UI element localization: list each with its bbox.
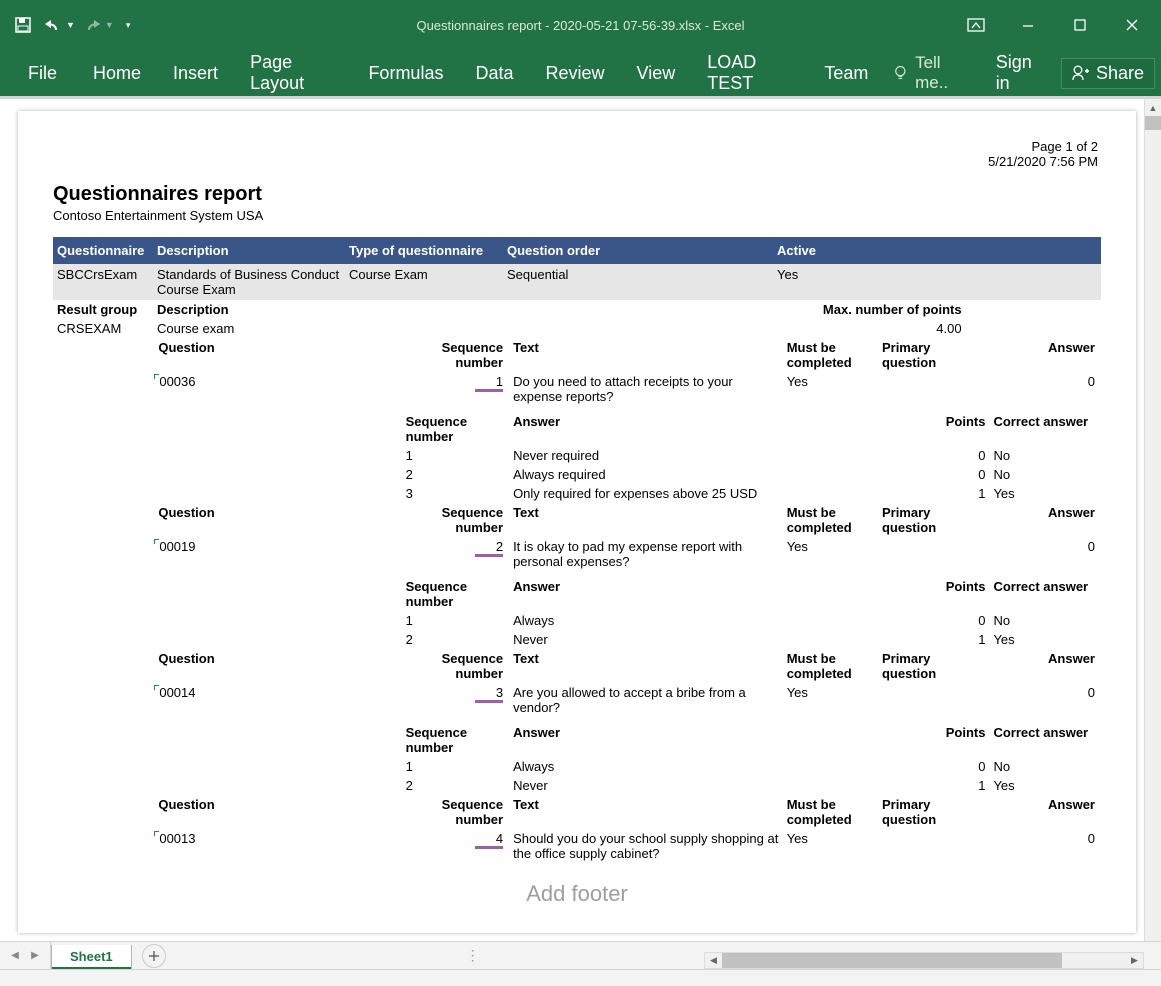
tab-team[interactable]: Team — [808, 50, 884, 96]
hscroll-thumb[interactable] — [722, 953, 1062, 968]
answer-row: 2 Never 1 Yes — [53, 630, 1101, 649]
qat-customize-icon[interactable]: ▾ — [126, 20, 131, 31]
main-data-row: SBCCrsExam Standards of Business Conduct… — [53, 264, 1101, 300]
undo-dropdown-icon[interactable]: ▼ — [66, 20, 75, 30]
share-button[interactable]: Share — [1061, 58, 1155, 89]
sheet-nav-arrows[interactable]: ◀ ▶ — [0, 942, 51, 969]
plus-icon — [148, 950, 160, 962]
answer-row: 1 Always 0 No — [53, 757, 1101, 776]
scroll-thumb[interactable] — [1145, 116, 1161, 130]
sign-in-link[interactable]: Sign in — [986, 52, 1057, 94]
scroll-right-icon[interactable]: ▶ — [1126, 953, 1143, 968]
titlebar: ▼ ▼ ▾ Questionnaires report - 2020-05-21… — [0, 0, 1161, 50]
report-subtitle: Contoso Entertainment System USA — [53, 208, 1101, 223]
answer-row: 2 Always required 0 No — [53, 465, 1101, 484]
question-row: 00019 2 It is okay to pad my expense rep… — [53, 537, 1101, 571]
main-header-row: Questionnaire Description Type of questi… — [53, 237, 1101, 264]
ribbon-tabs: File HomeInsertPage LayoutFormulasDataRe… — [0, 50, 1161, 96]
tab-view[interactable]: View — [621, 50, 692, 96]
answer-row: 2 Never 1 Yes — [53, 776, 1101, 795]
save-icon[interactable] — [10, 12, 36, 38]
undo-icon[interactable] — [40, 12, 66, 38]
redo-icon[interactable] — [79, 12, 105, 38]
sheet-tab-sheet1[interactable]: Sheet1 — [51, 945, 132, 969]
col-active: Active — [777, 243, 1097, 258]
pane-splitter-icon[interactable]: ⋮ — [466, 947, 482, 964]
status-bar — [0, 969, 1161, 986]
answer-row: 1 Never required 0 No — [53, 446, 1101, 465]
scroll-up-icon[interactable]: ▲ — [1145, 99, 1161, 116]
col-questionnaire: Questionnaire — [57, 243, 157, 258]
col-description: Description — [157, 243, 349, 258]
vertical-scrollbar[interactable]: ▲ ▼ — [1144, 99, 1161, 955]
redo-dropdown-icon[interactable]: ▼ — [105, 20, 114, 30]
add-footer-placeholder[interactable]: Add footer — [526, 881, 628, 907]
tab-load-test[interactable]: LOAD TEST — [691, 50, 808, 96]
answer-row: 3 Only required for expenses above 25 US… — [53, 484, 1101, 503]
ribbon-display-options-icon[interactable] — [953, 8, 999, 42]
window-title: Questionnaires report - 2020-05-21 07-56… — [416, 18, 744, 33]
share-icon — [1072, 64, 1090, 82]
scroll-left-icon[interactable]: ◀ — [705, 953, 722, 968]
tab-insert[interactable]: Insert — [157, 50, 234, 96]
maximize-button[interactable] — [1057, 8, 1103, 42]
tab-home[interactable]: Home — [77, 50, 157, 96]
questions-table: Question Sequence number Text Must be co… — [53, 338, 1101, 863]
tab-data[interactable]: Data — [459, 50, 529, 96]
add-sheet-button[interactable] — [142, 944, 166, 968]
tell-me-search[interactable]: Tell me.. — [884, 53, 981, 93]
window-buttons — [953, 8, 1161, 42]
result-group-table: Result group Description Max. number of … — [53, 300, 1101, 338]
tab-formulas[interactable]: Formulas — [352, 50, 459, 96]
page-number: Page 1 of 2 — [988, 139, 1098, 154]
question-row: 00014 3 Are you allowed to accept a brib… — [53, 683, 1101, 717]
close-button[interactable] — [1109, 8, 1155, 42]
sheet-next-icon[interactable]: ▶ — [26, 950, 44, 961]
lightbulb-icon — [892, 64, 909, 82]
sheet-prev-icon[interactable]: ◀ — [6, 950, 24, 961]
question-row: 00036 1 Do you need to attach receipts t… — [53, 372, 1101, 406]
page-timestamp: 5/21/2020 7:56 PM — [988, 154, 1098, 169]
tab-file[interactable]: File — [8, 50, 77, 96]
workspace: Page 1 of 2 5/21/2020 7:56 PM Questionna… — [0, 99, 1161, 955]
horizontal-scrollbar[interactable]: ◀ ▶ — [704, 952, 1144, 969]
question-row: 00013 4 Should you do your school supply… — [53, 829, 1101, 863]
minimize-button[interactable] — [1005, 8, 1051, 42]
quick-access-toolbar: ▼ ▼ ▾ — [0, 12, 130, 38]
page-preview[interactable]: Page 1 of 2 5/21/2020 7:56 PM Questionna… — [18, 111, 1136, 933]
page-header-meta: Page 1 of 2 5/21/2020 7:56 PM — [988, 139, 1098, 169]
col-type: Type of questionnaire — [349, 243, 507, 258]
answer-row: 1 Always 0 No — [53, 611, 1101, 630]
tab-page-layout[interactable]: Page Layout — [234, 50, 352, 96]
report-title: Questionnaires report — [53, 183, 1101, 206]
col-order: Question order — [507, 243, 777, 258]
tab-review[interactable]: Review — [529, 50, 620, 96]
